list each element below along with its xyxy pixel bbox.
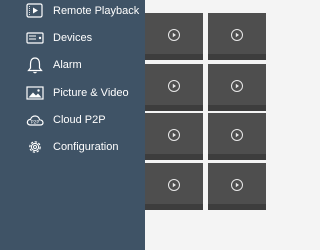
camera-tile-6[interactable] xyxy=(208,113,266,160)
camera-tile-2[interactable] xyxy=(208,13,266,60)
camera-tile-4[interactable] xyxy=(208,64,266,111)
tile-status-bar xyxy=(208,154,266,160)
sidebar-item-label: Picture & Video xyxy=(53,87,129,99)
sidebar-item-label: Configuration xyxy=(53,141,119,153)
camera-tile-3[interactable] xyxy=(145,64,203,111)
camera-tile-8[interactable] xyxy=(208,163,266,210)
sidebar-item-label: Remote Playback xyxy=(53,5,140,17)
add-camera-icon xyxy=(167,178,181,192)
add-camera-icon xyxy=(167,28,181,42)
camera-tile-1[interactable] xyxy=(145,13,203,60)
tile-status-bar xyxy=(208,54,266,60)
add-camera-icon xyxy=(230,178,244,192)
sidebar-item-devices[interactable]: Devices xyxy=(0,25,145,51)
bell-icon xyxy=(25,55,45,75)
tile-status-bar xyxy=(145,204,203,210)
add-camera-icon xyxy=(167,128,181,142)
camera-grid xyxy=(145,8,266,238)
tile-status-bar xyxy=(145,54,203,60)
tile-status-bar xyxy=(208,105,266,111)
add-camera-icon xyxy=(230,79,244,93)
sidebar-item-label: Cloud P2P xyxy=(53,114,106,126)
svg-text:P2P: P2P xyxy=(31,120,40,126)
sidebar-item-remote-playback[interactable]: Remote Playback xyxy=(0,0,145,24)
cloud-icon: P2P xyxy=(25,110,45,130)
devices-icon xyxy=(25,28,45,48)
camera-tile-7[interactable] xyxy=(145,163,203,210)
sidebar-item-cloud-p2p[interactable]: P2P Cloud P2P xyxy=(0,107,145,133)
tile-status-bar xyxy=(208,204,266,210)
tile-status-bar xyxy=(145,105,203,111)
sidebar-item-configuration[interactable]: Configuration xyxy=(0,134,145,160)
sidebar-item-label: Alarm xyxy=(53,59,82,71)
tile-status-bar xyxy=(145,154,203,160)
sidebar-item-alarm[interactable]: Alarm xyxy=(0,52,145,78)
add-camera-icon xyxy=(230,128,244,142)
sidebar-item-picture-video[interactable]: Picture & Video xyxy=(0,80,145,106)
add-camera-icon xyxy=(230,28,244,42)
picture-icon xyxy=(25,83,45,103)
playback-icon xyxy=(25,1,45,21)
gear-icon xyxy=(25,137,45,157)
sidebar-menu: Remote Playback Devices Alarm Picture & … xyxy=(0,0,145,250)
sidebar-item-label: Devices xyxy=(53,32,93,44)
camera-tile-5[interactable] xyxy=(145,113,203,160)
add-camera-icon xyxy=(167,79,181,93)
